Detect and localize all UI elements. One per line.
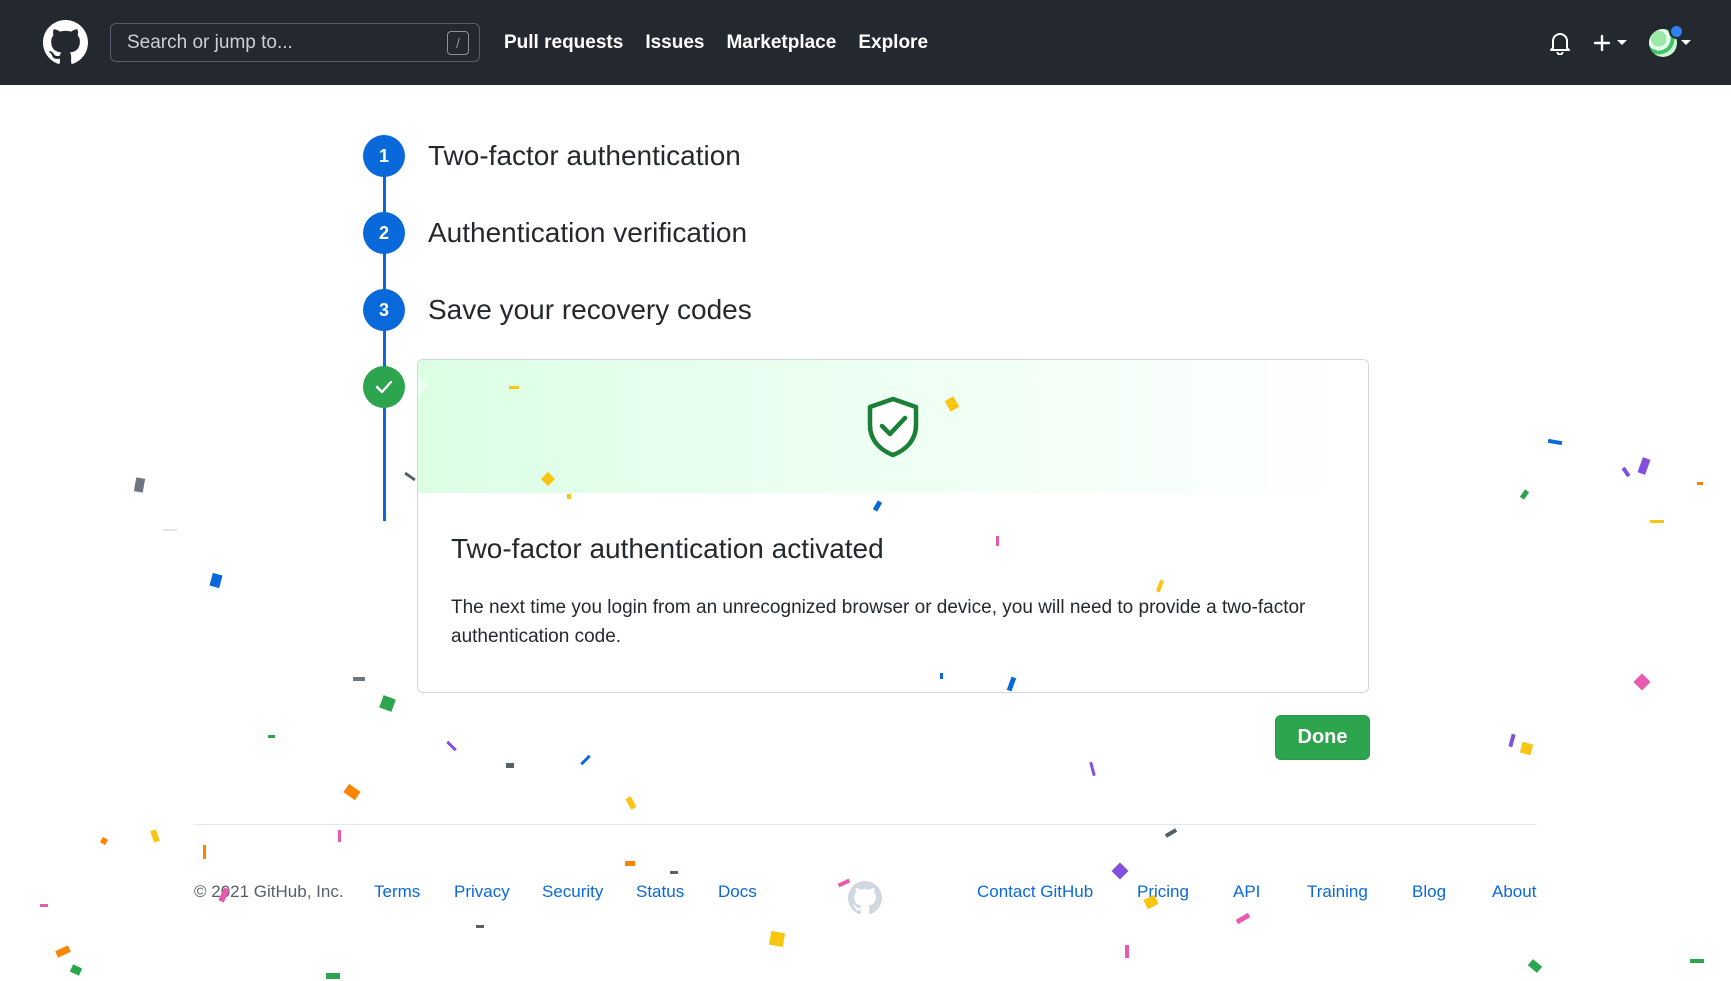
search-input[interactable] — [111, 31, 447, 54]
confetti-piece — [1547, 438, 1563, 446]
confetti-piece — [1633, 673, 1651, 691]
step-number: 1 — [363, 135, 405, 177]
confetti-piece — [338, 830, 341, 842]
confetti-piece — [1519, 489, 1530, 500]
footer-link-contact[interactable]: Contact GitHub — [977, 882, 1093, 902]
footer-copyright: © 2021 GitHub, Inc. — [194, 882, 344, 901]
card-description: The next time you login from an unrecogn… — [451, 597, 1306, 647]
plus-icon — [1593, 34, 1611, 51]
confetti-piece — [1637, 457, 1651, 475]
confetti-piece — [1527, 959, 1543, 973]
step-connector-line — [383, 155, 386, 521]
step-3: 3 Save your recovery codes — [363, 289, 752, 331]
step-title: Save your recovery codes — [428, 294, 752, 325]
confetti-piece — [1697, 482, 1703, 485]
confetti-piece — [625, 861, 635, 866]
confetti-piece — [209, 572, 223, 589]
step-1: 1 Two-factor authentication — [363, 135, 741, 177]
confetti-piece — [670, 871, 678, 874]
confetti-piece — [404, 471, 416, 482]
search-box[interactable]: / — [110, 23, 480, 62]
user-menu[interactable] — [1649, 23, 1691, 57]
confetti-piece — [1235, 912, 1251, 925]
confetti-piece — [1125, 945, 1129, 958]
global-nav: Pull requests Issues Marketplace Explore — [504, 0, 928, 85]
footer-link-terms[interactable]: Terms — [374, 882, 420, 902]
step-number: 3 — [363, 289, 405, 331]
checkmark-icon — [363, 366, 405, 408]
footer-link-docs[interactable]: Docs — [718, 882, 757, 902]
confetti-piece — [343, 783, 361, 801]
header-actions — [1549, 0, 1691, 85]
step-2: 2 Authentication verification — [363, 212, 747, 254]
confetti-piece — [1621, 466, 1631, 478]
github-logo-icon[interactable] — [43, 20, 88, 65]
footer-link-security[interactable]: Security — [542, 882, 603, 902]
confetti-piece — [476, 925, 484, 928]
nav-explore[interactable]: Explore — [858, 32, 928, 54]
footer-link-pricing[interactable]: Pricing — [1137, 882, 1189, 902]
confetti-piece — [1111, 862, 1129, 880]
confetti-piece — [625, 796, 637, 810]
create-new-dropdown[interactable] — [1593, 34, 1627, 52]
confetti-piece — [150, 829, 160, 843]
confetti-piece — [768, 930, 786, 948]
app-header: / Pull requests Issues Marketplace Explo… — [0, 0, 1731, 85]
github-mark-icon[interactable] — [848, 881, 882, 915]
chevron-down-icon — [1681, 40, 1691, 45]
confetti-piece — [1690, 959, 1704, 963]
done-button[interactable]: Done — [1275, 715, 1370, 760]
confetti-piece — [1519, 741, 1534, 756]
confetti-piece — [268, 735, 275, 738]
footer-link-blog[interactable]: Blog — [1412, 882, 1446, 902]
confetti-piece — [1508, 733, 1516, 748]
confetti-piece — [446, 740, 457, 752]
nav-marketplace[interactable]: Marketplace — [726, 32, 836, 54]
step-number: 2 — [363, 212, 405, 254]
confetti-piece — [69, 964, 83, 976]
notification-dot — [1669, 23, 1684, 39]
nav-pull-requests[interactable]: Pull requests — [504, 32, 623, 54]
success-card: Two-factor authentication activated The … — [417, 359, 1369, 693]
footer-link-api[interactable]: API — [1233, 882, 1260, 902]
chevron-down-icon — [1617, 40, 1627, 45]
confetti-piece — [1650, 520, 1664, 523]
confetti-piece — [99, 836, 109, 846]
footer-link-about[interactable]: About — [1492, 882, 1536, 902]
bell-icon[interactable] — [1549, 31, 1571, 55]
confetti-piece — [203, 845, 206, 859]
confetti-piece — [326, 973, 340, 979]
confetti-piece — [506, 763, 514, 768]
card-title: Two-factor authentication activated — [451, 533, 884, 564]
footer-link-training[interactable]: Training — [1307, 882, 1368, 902]
step-title: Authentication verification — [428, 217, 748, 248]
success-banner — [418, 360, 1368, 493]
slash-shortcut-key: / — [447, 30, 469, 55]
footer-link-privacy[interactable]: Privacy — [454, 882, 510, 902]
nav-issues[interactable]: Issues — [645, 32, 704, 54]
step-title: Two-factor authentication — [428, 140, 741, 171]
confetti-piece — [379, 695, 396, 712]
confetti-piece — [55, 945, 71, 958]
confetti-piece — [163, 529, 177, 531]
step-complete — [363, 366, 405, 408]
footer-divider — [194, 824, 1537, 825]
footer-link-status[interactable]: Status — [636, 882, 684, 902]
confetti-piece — [1164, 828, 1178, 838]
confetti-piece — [133, 477, 146, 493]
confetti-piece — [580, 754, 591, 766]
confetti-piece — [1089, 761, 1096, 777]
shield-check-icon — [867, 396, 919, 457]
confetti-piece — [353, 677, 365, 681]
confetti-piece — [40, 904, 48, 907]
card-body: Two-factor authentication activated The … — [418, 493, 1368, 651]
